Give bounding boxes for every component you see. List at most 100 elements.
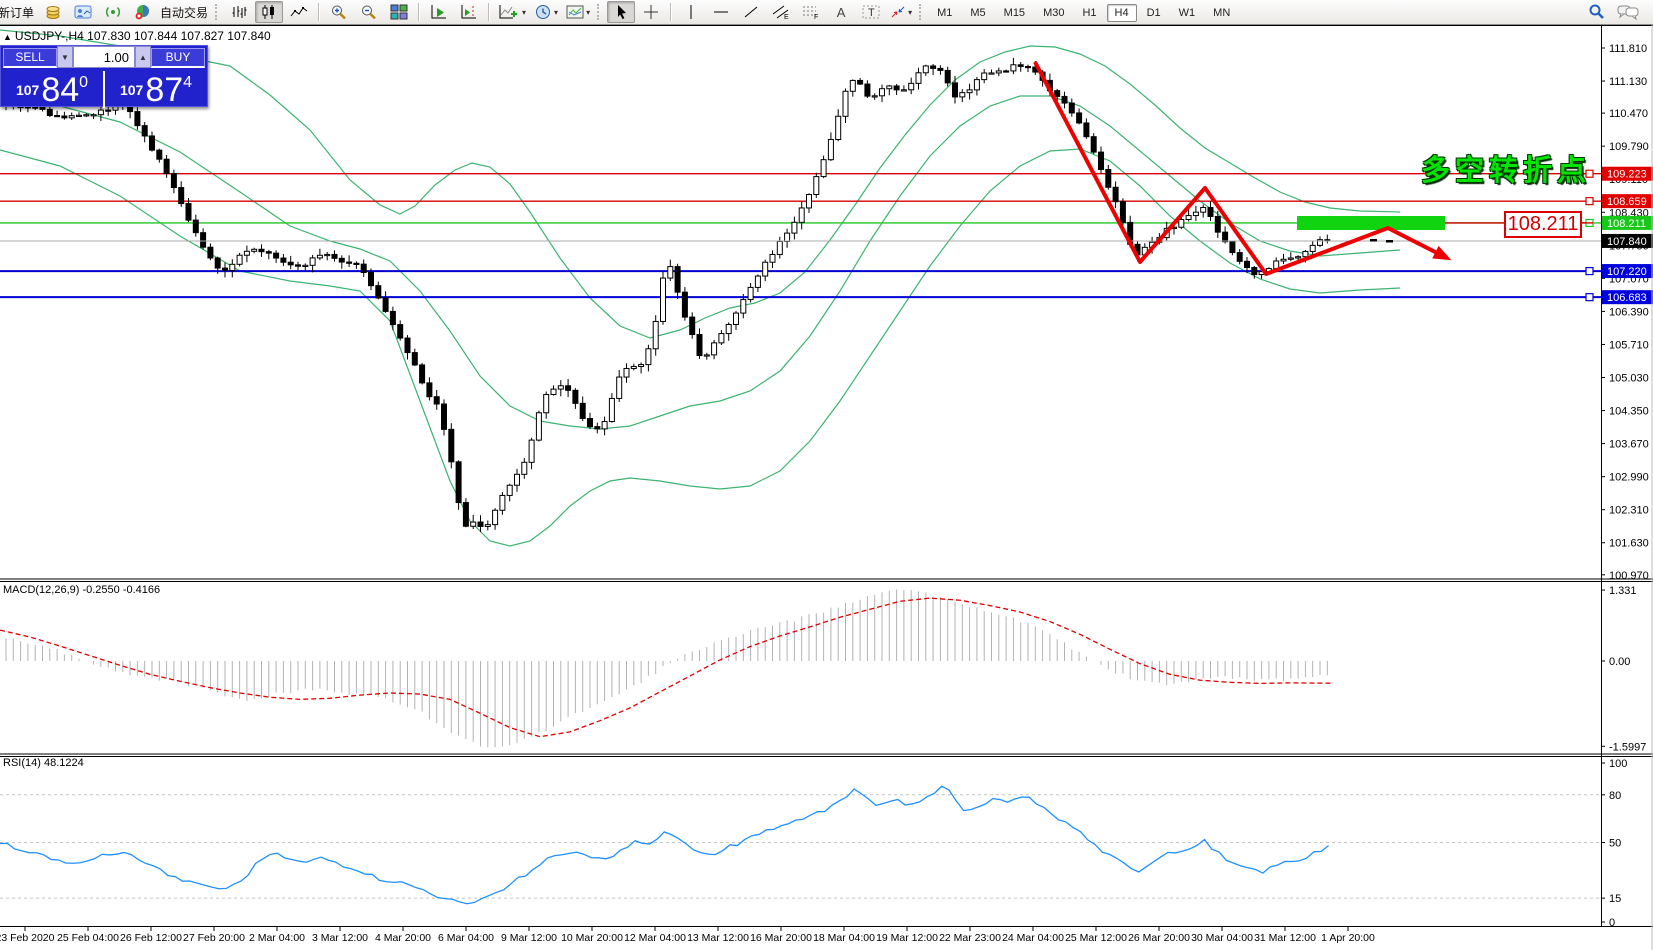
svg-text:110.470: 110.470: [1609, 108, 1648, 120]
svg-text:13 Mar 12:00: 13 Mar 12:00: [687, 932, 749, 944]
one-click-trading-panel: SELL ▼ 1.00 ▲ BUY 107840 107874: [0, 45, 208, 107]
sell-price[interactable]: 107840: [1, 69, 103, 108]
trendline-icon[interactable]: [737, 1, 765, 23]
svg-text:19 Mar 12:00: 19 Mar 12:00: [876, 932, 938, 944]
autotrading-icon[interactable]: [129, 1, 157, 23]
toolbar-grip: [597, 4, 603, 20]
new-order-button[interactable]: 新订单: [0, 1, 37, 23]
svg-text:105.030: 105.030: [1609, 373, 1649, 385]
chevron-down-icon: ▾: [554, 8, 558, 17]
volume-decrease-button[interactable]: ▼: [57, 46, 73, 68]
candlestick-chart-icon[interactable]: [255, 1, 283, 23]
svg-text:80: 80: [1609, 790, 1621, 802]
crosshair-icon[interactable]: [637, 1, 665, 23]
svg-text:15: 15: [1609, 893, 1621, 905]
signal-icon[interactable]: [99, 1, 127, 23]
svg-text:107.840: 107.840: [1607, 236, 1647, 248]
svg-text:101.630: 101.630: [1609, 538, 1649, 550]
svg-text:4 Mar 20:00: 4 Mar 20:00: [375, 932, 431, 944]
svg-text:27 Feb 20:00: 27 Feb 20:00: [183, 932, 245, 944]
text-label-icon[interactable]: T: [857, 1, 885, 23]
svg-text:6 Mar 04:00: 6 Mar 04:00: [438, 932, 494, 944]
svg-text:50: 50: [1609, 838, 1621, 850]
rsi-indicator-label: RSI(14) 48.1224: [3, 757, 84, 769]
svg-text:F: F: [814, 14, 818, 20]
fibonacci-icon[interactable]: F: [797, 1, 825, 23]
turning-point-annotation[interactable]: 多空转折点: [1395, 147, 1591, 189]
symbol-title: ▲USDJPY-,H4 107.830 107.844 107.827 107.…: [3, 29, 271, 43]
svg-text:100: 100: [1609, 758, 1627, 770]
svg-text:30 Mar 04:00: 30 Mar 04:00: [1191, 932, 1253, 944]
timeframe-H1[interactable]: H1: [1074, 4, 1104, 22]
chart-canvas: 111.810111.130110.470109.790109.110108.4…: [0, 0, 1653, 950]
zoom-in-icon[interactable]: [325, 1, 353, 23]
svg-text:106.390: 106.390: [1609, 306, 1649, 318]
svg-text:T: T: [868, 7, 875, 19]
svg-text:111.810: 111.810: [1609, 43, 1647, 55]
timeframe-M15[interactable]: M15: [996, 4, 1033, 22]
periods-icon[interactable]: ▾: [531, 1, 561, 23]
chat-icon[interactable]: [1614, 1, 1642, 23]
zoom-out-icon[interactable]: [355, 1, 383, 23]
macd-indicator-label: MACD(12,26,9) -0.2550 -0.4166: [3, 584, 160, 596]
svg-text:1.331: 1.331: [1609, 585, 1637, 597]
svg-text:109.223: 109.223: [1607, 169, 1647, 181]
sell-button[interactable]: SELL: [3, 48, 57, 68]
toolbar-grip: [919, 4, 925, 20]
svg-text:108.211: 108.211: [1607, 218, 1646, 230]
auto-scroll-icon[interactable]: [425, 1, 453, 23]
svg-text:109.790: 109.790: [1609, 141, 1649, 153]
timeframe-D1[interactable]: D1: [1139, 4, 1169, 22]
indicators-icon[interactable]: ▾: [495, 1, 529, 23]
tile-windows-icon[interactable]: [385, 1, 413, 23]
bar-chart-icon[interactable]: [225, 1, 253, 23]
toolbar-separator: [670, 3, 672, 21]
timeframe-M5[interactable]: M5: [962, 4, 993, 22]
buy-button[interactable]: BUY: [151, 48, 205, 68]
search-icon[interactable]: [1582, 1, 1610, 23]
svg-text:106.683: 106.683: [1607, 292, 1647, 304]
volume-stepper: ▼ 1.00 ▲: [57, 46, 151, 68]
svg-text:3 Mar 12:00: 3 Mar 12:00: [312, 932, 368, 944]
svg-text:0.00: 0.00: [1609, 656, 1630, 668]
svg-text:103.670: 103.670: [1609, 439, 1649, 451]
svg-text:100.970: 100.970: [1609, 570, 1649, 582]
profile-chart-icon[interactable]: [69, 1, 97, 23]
svg-text:9 Mar 12:00: 9 Mar 12:00: [501, 932, 557, 944]
text-tool-icon[interactable]: A: [827, 1, 855, 23]
volume-input[interactable]: 1.00: [73, 46, 135, 68]
equidistant-channel-icon[interactable]: E: [767, 1, 795, 23]
timeframe-MN[interactable]: MN: [1205, 4, 1238, 22]
volume-increase-button[interactable]: ▲: [135, 46, 151, 68]
cursor-icon[interactable]: [607, 1, 635, 23]
timeframe-W1[interactable]: W1: [1171, 4, 1204, 22]
svg-text:22 Mar 23:00: 22 Mar 23:00: [939, 932, 1001, 944]
price-axis[interactable]: 111.810111.130110.470109.790109.110108.4…: [1601, 25, 1653, 929]
gold-account-icon[interactable]: [39, 1, 67, 23]
arrows-tool-icon[interactable]: ▾: [887, 1, 915, 23]
level-callout-box[interactable]: 108.211: [1504, 211, 1582, 238]
buy-price[interactable]: 107874: [105, 69, 207, 108]
direction-up-icon: ▲: [3, 32, 12, 42]
timeframe-M1[interactable]: M1: [929, 4, 960, 22]
main-toolbar: 新订单 自动交易 ▾ ▾ ▾ E F A T ▾ M1M5M15M30H1H4D…: [0, 0, 1653, 25]
svg-text:2 Mar 04:00: 2 Mar 04:00: [249, 932, 305, 944]
vertical-line-icon[interactable]: [677, 1, 705, 23]
svg-text:107.220: 107.220: [1607, 266, 1647, 278]
svg-text:26 Feb 12:00: 26 Feb 12:00: [120, 932, 182, 944]
svg-text:105.710: 105.710: [1609, 339, 1649, 351]
timeframe-buttons: M1M5M15M30H1H4D1W1MN: [928, 3, 1239, 21]
autotrading-label[interactable]: 自动交易: [160, 4, 208, 21]
svg-text:104.350: 104.350: [1609, 406, 1649, 418]
horizontal-line-icon[interactable]: [707, 1, 735, 23]
svg-text:102.310: 102.310: [1609, 505, 1649, 517]
svg-text:-1.5997: -1.5997: [1609, 741, 1646, 753]
templates-icon[interactable]: ▾: [563, 1, 593, 23]
timeframe-H4[interactable]: H4: [1107, 4, 1137, 22]
chart-shift-icon[interactable]: [455, 1, 483, 23]
timeframe-M30[interactable]: M30: [1035, 4, 1072, 22]
svg-text:1 Apr 20:00: 1 Apr 20:00: [1321, 932, 1375, 944]
chevron-down-icon: ▾: [586, 8, 590, 17]
line-chart-icon[interactable]: [285, 1, 313, 23]
svg-text:111.130: 111.130: [1609, 76, 1647, 88]
